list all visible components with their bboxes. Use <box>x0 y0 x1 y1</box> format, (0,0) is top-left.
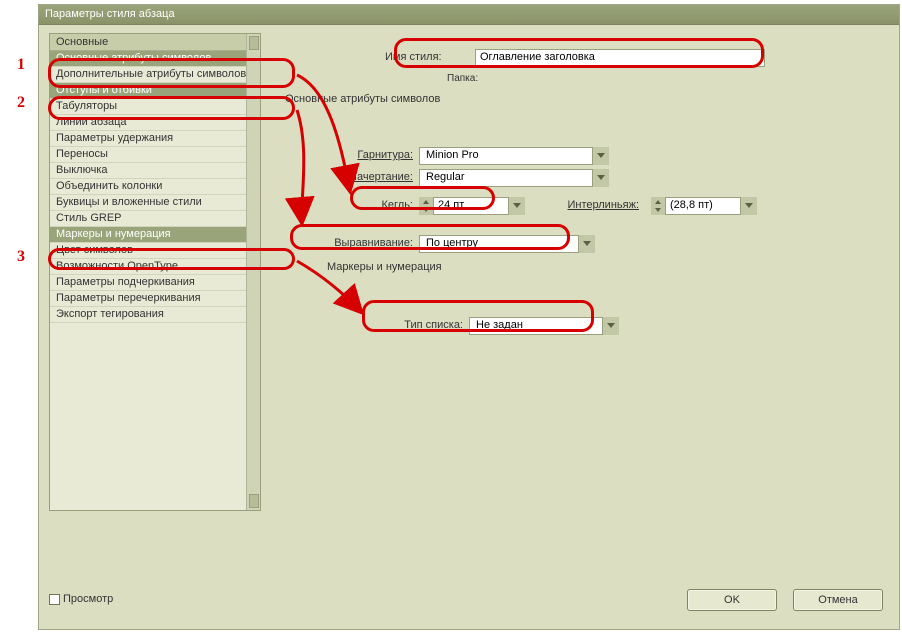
sidebar-item-hyphen[interactable]: Переносы <box>50 147 260 163</box>
sidebar-item-span-columns[interactable]: Объединить колонки <box>50 179 260 195</box>
sidebar-item-tabs[interactable]: Табуляторы <box>50 99 260 115</box>
sidebar-item-opentype[interactable]: Возможности OpenType <box>50 259 260 275</box>
sidebar-item-underline[interactable]: Параметры подчеркивания <box>50 275 260 291</box>
spinner-icon[interactable] <box>651 197 666 215</box>
font-label: Гарнитура: <box>325 149 413 161</box>
section-basic-char-title: Основные атрибуты символов <box>285 93 440 105</box>
sidebar-item-justify[interactable]: Выключка <box>50 163 260 179</box>
sidebar-item-grep[interactable]: Стиль GREP <box>50 211 260 227</box>
sidebar-item-para-rules[interactable]: Линии абзаца <box>50 115 260 131</box>
sidebar-item-indents[interactable]: Отступы и отбивки <box>50 83 260 99</box>
align-label: Выравнивание: <box>311 237 413 249</box>
chevron-down-icon[interactable] <box>578 235 595 253</box>
sidebar-item-bullets[interactable]: Маркеры и нумерация <box>50 227 260 243</box>
dialog-window: Параметры стиля абзаца Основные Основные… <box>38 4 900 630</box>
preview-checkbox[interactable]: Просмотр <box>49 593 113 605</box>
leading-label: Интерлиньяж: <box>543 199 639 211</box>
checkbox-icon <box>49 594 60 605</box>
face-label: Начертание: <box>313 171 413 183</box>
content-pane: Имя стиля: Оглавление заголовка Папка: О… <box>275 33 891 569</box>
font-combo[interactable]: Minion Pro <box>419 147 609 165</box>
sidebar: Основные Основные атрибуты символов Допо… <box>49 33 261 511</box>
chevron-down-icon[interactable] <box>592 147 609 165</box>
sidebar-header: Основные <box>50 34 260 51</box>
sidebar-item-strike[interactable]: Параметры перечеркивания <box>50 291 260 307</box>
style-name-input[interactable]: Оглавление заголовка <box>475 49 765 67</box>
titlebar: Параметры стиля абзаца <box>39 5 899 25</box>
sidebar-item-basic-char[interactable]: Основные атрибуты символов <box>50 51 260 67</box>
chevron-down-icon[interactable] <box>508 197 525 215</box>
chevron-down-icon[interactable] <box>592 169 609 187</box>
sidebar-item-adv-char[interactable]: Дополнительные атрибуты символов <box>50 67 260 83</box>
sidebar-item-dropcaps[interactable]: Буквицы и вложенные стили <box>50 195 260 211</box>
sidebar-item-keep[interactable]: Параметры удержания <box>50 131 260 147</box>
folder-label: Папка: <box>447 73 478 84</box>
size-label: Кегль: <box>363 199 413 211</box>
annotation-number-3: 3 <box>17 248 25 266</box>
face-combo[interactable]: Regular <box>419 169 609 187</box>
listtype-label: Тип списка: <box>375 319 463 331</box>
listtype-combo[interactable]: Не задан <box>469 317 619 335</box>
spinner-icon[interactable] <box>419 197 434 215</box>
chevron-down-icon[interactable] <box>740 197 757 215</box>
section-bullets-title: Маркеры и нумерация <box>327 261 442 273</box>
annotation-number-2: 2 <box>17 94 25 112</box>
cancel-button[interactable]: Отмена <box>793 589 883 611</box>
sidebar-item-tag-export[interactable]: Экспорт тегирования <box>50 307 260 323</box>
sidebar-item-char-color[interactable]: Цвет символов <box>50 243 260 259</box>
annotation-number-1: 1 <box>17 56 25 74</box>
window-title: Параметры стиля абзаца <box>45 8 175 20</box>
ok-button[interactable]: OK <box>687 589 777 611</box>
style-name-label: Имя стиля: <box>385 51 442 63</box>
chevron-down-icon[interactable] <box>602 317 619 335</box>
sidebar-scrollbar[interactable] <box>246 34 260 510</box>
bottom-bar: Просмотр OK Отмена <box>49 589 889 619</box>
align-combo[interactable]: По центру <box>419 235 595 253</box>
